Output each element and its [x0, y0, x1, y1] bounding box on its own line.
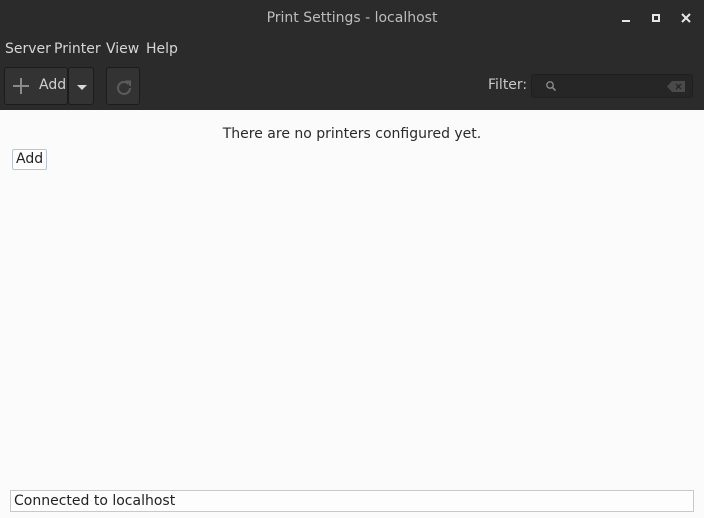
empty-state-message: There are no printers configured yet. [222, 126, 482, 142]
plus-icon [12, 77, 30, 95]
toolbar: Add Filter: [0, 62, 704, 110]
filter-input[interactable] [562, 77, 662, 95]
menu-view[interactable]: View [106, 40, 139, 58]
refresh-button[interactable] [106, 67, 140, 105]
status-bar: Connected to localhost [10, 490, 694, 512]
menu-help[interactable]: Help [146, 40, 178, 58]
chevron-down-icon [77, 85, 87, 90]
filter-label: Filter: [488, 77, 528, 93]
menu-printer[interactable]: Printer [54, 40, 101, 58]
minimize-icon [622, 20, 630, 22]
window-title: Print Settings - localhost [266, 10, 438, 26]
clear-icon[interactable] [667, 81, 685, 92]
add-dropdown-button[interactable] [68, 67, 94, 105]
minimize-button[interactable] [617, 9, 635, 27]
add-printer-label: Add [39, 77, 67, 93]
menu-bar: Server Printer View Help [0, 36, 704, 62]
maximize-button[interactable] [647, 9, 665, 27]
add-printer-link[interactable]: Add [12, 149, 48, 170]
search-icon [546, 81, 557, 92]
maximize-icon [652, 14, 660, 22]
refresh-icon [117, 80, 131, 95]
close-button[interactable] [677, 9, 695, 27]
add-printer-button[interactable]: Add [4, 67, 68, 105]
printer-list-area: There are no printers configured yet. Ad… [0, 110, 704, 518]
filter-field[interactable] [531, 74, 693, 98]
title-bar: Print Settings - localhost [0, 0, 704, 36]
menu-server[interactable]: Server [5, 40, 51, 58]
close-icon [681, 13, 691, 23]
